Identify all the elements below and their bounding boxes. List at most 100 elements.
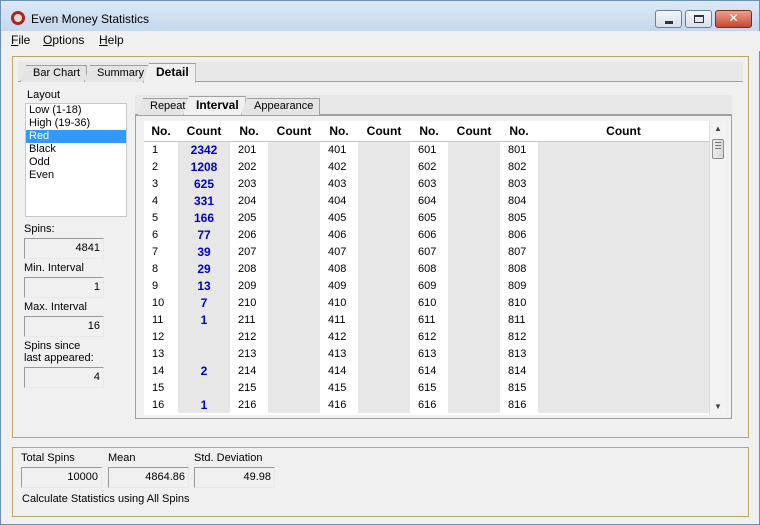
cell-count (448, 277, 500, 294)
column-header-count: Count (268, 121, 320, 142)
cell-count (268, 226, 320, 243)
cell-number: 810 (508, 296, 527, 309)
layout-item-high[interactable]: High (19-36) (26, 117, 126, 130)
table-row[interactable]: 7 39 207 407 607 807 (144, 243, 709, 260)
cell-count (358, 362, 410, 379)
maximize-button[interactable] (685, 10, 712, 28)
cell-count (538, 345, 709, 362)
table-row[interactable]: 1 2342 201 401 601 801 (144, 141, 709, 158)
max-interval-field: 16 (24, 316, 104, 337)
cell-count (448, 209, 500, 226)
cell-number: 14 (152, 364, 165, 377)
minimize-icon (665, 21, 673, 24)
menu-options[interactable]: Options (43, 33, 84, 47)
cell-count (358, 158, 410, 175)
cell-number: 206 (238, 228, 257, 241)
column-header-count: Count (178, 121, 230, 142)
cell-count (268, 379, 320, 396)
column-header-count: Count (538, 121, 709, 142)
spins-field: 4841 (24, 238, 104, 259)
scroll-down-icon[interactable]: ▼ (710, 399, 726, 415)
tab-detail[interactable]: Detail (143, 63, 196, 83)
grid-scrollbar[interactable]: ▲ ▼ (709, 121, 726, 415)
cell-count (268, 158, 320, 175)
mean-label: Mean (108, 452, 136, 464)
cell-number: 2 (152, 160, 159, 173)
tab-summary[interactable]: Summary (84, 65, 152, 82)
mean-field: 4864.86 (108, 467, 189, 488)
table-row[interactable]: 9 13 209 409 609 809 (144, 277, 709, 294)
cell-number: 16 (152, 398, 165, 411)
cell-count: 7 (178, 294, 230, 311)
cell-count (448, 294, 500, 311)
layout-item-even[interactable]: Even (26, 169, 126, 182)
table-row[interactable]: 4 331 204 404 604 804 (144, 192, 709, 209)
table-row[interactable]: 10 7 210 410 610 810 (144, 294, 709, 311)
cell-count: 625 (178, 175, 230, 192)
cell-count (358, 260, 410, 277)
table-row[interactable]: 15 215 415 615 815 (144, 379, 709, 396)
cell-count (178, 345, 230, 362)
menu-help[interactable]: Help (99, 33, 124, 47)
table-row[interactable]: 5 166 205 405 605 805 (144, 209, 709, 226)
cell-count (358, 345, 410, 362)
cell-count (538, 362, 709, 379)
cell-number: 11 (152, 313, 164, 326)
table-row[interactable]: 2 1208 202 402 602 802 (144, 158, 709, 175)
cell-number: 210 (238, 296, 257, 309)
cell-number: 605 (418, 211, 437, 224)
cell-number: 401 (328, 143, 347, 156)
cell-count (358, 243, 410, 260)
layout-item-black[interactable]: Black (26, 143, 126, 156)
table-row[interactable]: 16 1 216 416 616 816 (144, 396, 709, 413)
tab-appearance[interactable]: Appearance (241, 98, 321, 115)
cell-count: 39 (178, 243, 230, 260)
cell-count: 29 (178, 260, 230, 277)
minimize-button[interactable] (655, 10, 682, 28)
cell-count (448, 141, 500, 158)
cell-number: 404 (328, 194, 347, 207)
tab-interval[interactable]: Interval (183, 96, 246, 116)
interval-grid[interactable]: No. Count No. Count No. Count No. Count No. Count… (144, 121, 709, 415)
close-button[interactable]: ✕ (715, 10, 752, 28)
menu-file[interactable]: File (11, 33, 30, 47)
table-row[interactable]: 3 625 203 403 603 803 (144, 175, 709, 192)
cell-number: 807 (508, 245, 527, 258)
cell-count (178, 379, 230, 396)
layout-item-odd[interactable]: Odd (26, 156, 126, 169)
cell-count (538, 226, 709, 243)
cell-number: 5 (152, 211, 159, 224)
cell-count: 166 (178, 209, 230, 226)
cell-number: 205 (238, 211, 257, 224)
cell-count (268, 311, 320, 328)
total-spins-field: 10000 (21, 467, 102, 488)
spins-label: Spins: (24, 223, 55, 235)
cell-count (448, 379, 500, 396)
menu-bar: File Options Help (2, 31, 760, 51)
layout-list[interactable]: Low (1-18) High (19-36) Red Black Odd Ev… (25, 103, 127, 217)
cell-count (358, 209, 410, 226)
layout-item-red[interactable]: Red (26, 130, 126, 143)
table-row[interactable]: 8 29 208 408 608 808 (144, 260, 709, 277)
table-row[interactable]: 14 2 214 414 614 814 (144, 362, 709, 379)
table-row[interactable]: 12 212 412 612 812 (144, 328, 709, 345)
table-row[interactable]: 13 213 413 613 813 (144, 345, 709, 362)
cell-number: 3 (152, 177, 159, 190)
cell-number: 814 (508, 364, 527, 377)
table-row[interactable]: 6 77 206 406 606 806 (144, 226, 709, 243)
cell-number: 611 (418, 313, 436, 326)
max-interval-label: Max. Interval (24, 301, 87, 313)
cell-number: 616 (418, 398, 437, 411)
table-row[interactable]: 11 1 211 411 611 811 (144, 311, 709, 328)
scroll-thumb[interactable] (712, 139, 724, 159)
tab-bar-chart[interactable]: Bar Chart (20, 65, 88, 82)
cell-count: 2 (178, 362, 230, 379)
cell-count (268, 175, 320, 192)
layout-item-low[interactable]: Low (1-18) (26, 104, 126, 117)
cell-count (538, 311, 709, 328)
cell-count (358, 328, 410, 345)
cell-number: 409 (328, 279, 347, 292)
cell-number: 12 (152, 330, 165, 343)
scroll-up-icon[interactable]: ▲ (710, 121, 726, 137)
cell-number: 213 (238, 347, 257, 360)
